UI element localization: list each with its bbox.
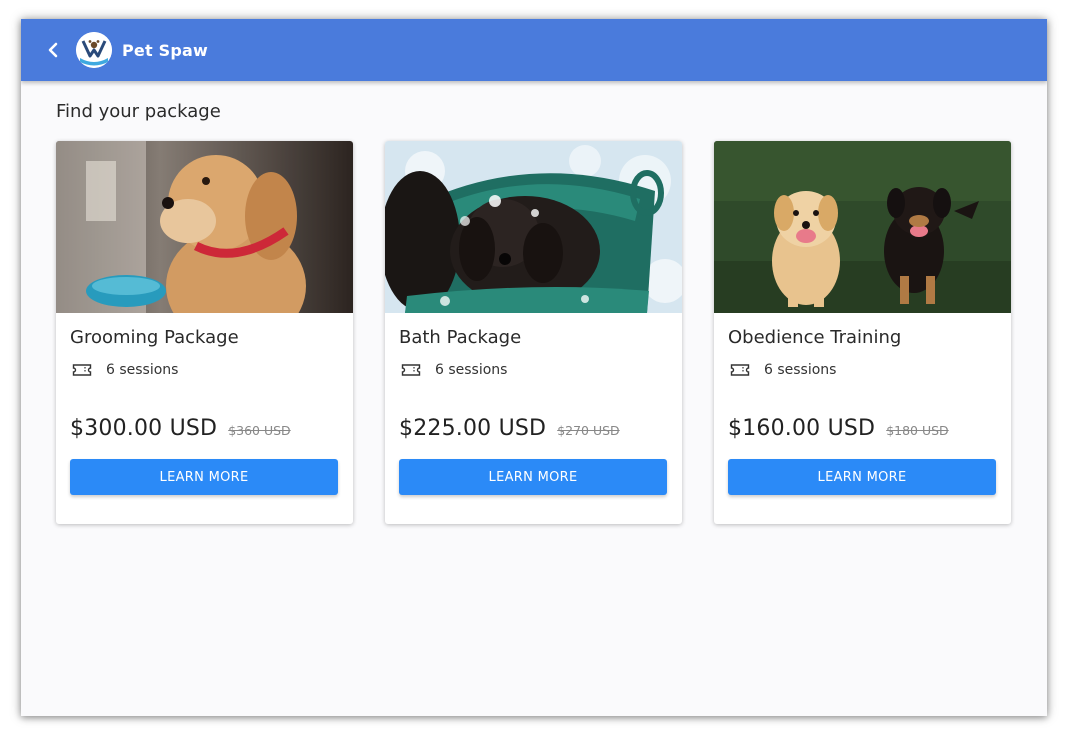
- package-title: Grooming Package: [70, 327, 239, 348]
- sessions-row: 6 sessions: [70, 362, 339, 378]
- old-price: $270 USD: [557, 423, 620, 438]
- ticket-icon: [72, 364, 92, 376]
- package-title: Obedience Training: [728, 327, 902, 348]
- price-row: $160.00 USD $180 USD: [728, 416, 997, 441]
- sessions-row: 6 sessions: [399, 362, 668, 378]
- puppy-photo: [56, 141, 353, 313]
- sessions-count: 6 sessions: [435, 362, 508, 378]
- package-card-obedience: Obedience Training 6 sessions $160.00 US…: [714, 141, 1011, 524]
- brand-logo: [76, 32, 112, 68]
- ticket-icon: [730, 364, 750, 376]
- package-title: Bath Package: [399, 327, 522, 348]
- price: $300.00 USD: [70, 416, 218, 441]
- card-body: Grooming Package 6 sessions $300.00 USD …: [56, 313, 353, 495]
- chevron-left-icon: [48, 42, 58, 58]
- old-price: $180 USD: [886, 423, 949, 438]
- sessions-row: 6 sessions: [728, 362, 997, 378]
- old-price: $360 USD: [228, 423, 291, 438]
- price-row: $225.00 USD $270 USD: [399, 416, 668, 441]
- package-card-grooming: Grooming Package 6 sessions $300.00 USD …: [56, 141, 353, 524]
- brand-name: Pet Spaw: [122, 40, 208, 60]
- dog-bath-photo: [385, 141, 682, 313]
- sessions-count: 6 sessions: [764, 362, 837, 378]
- ticket-icon: [401, 364, 421, 376]
- page-title: Find your package: [56, 101, 221, 122]
- app-bar: Pet Spaw: [21, 19, 1047, 81]
- package-card-bath: Bath Package 6 sessions $225.00 USD $270…: [385, 141, 682, 524]
- app-window: Pet Spaw Find your package Grooming Pack…: [21, 19, 1047, 716]
- card-body: Obedience Training 6 sessions $160.00 US…: [714, 313, 1011, 495]
- package-list: Grooming Package 6 sessions $300.00 USD …: [56, 141, 1012, 524]
- learn-more-button[interactable]: LEARN MORE: [728, 459, 996, 495]
- learn-more-button[interactable]: LEARN MORE: [399, 459, 667, 495]
- card-body: Bath Package 6 sessions $225.00 USD $270…: [385, 313, 682, 495]
- price: $225.00 USD: [399, 416, 547, 441]
- price-row: $300.00 USD $360 USD: [70, 416, 339, 441]
- price: $160.00 USD: [728, 416, 876, 441]
- two-dogs-photo: [714, 141, 1011, 313]
- back-button[interactable]: [43, 40, 63, 60]
- learn-more-button[interactable]: LEARN MORE: [70, 459, 338, 495]
- sessions-count: 6 sessions: [106, 362, 179, 378]
- paw-logo-icon: [76, 32, 112, 68]
- main-content: Find your package Grooming Package 6 ses…: [21, 81, 1047, 524]
